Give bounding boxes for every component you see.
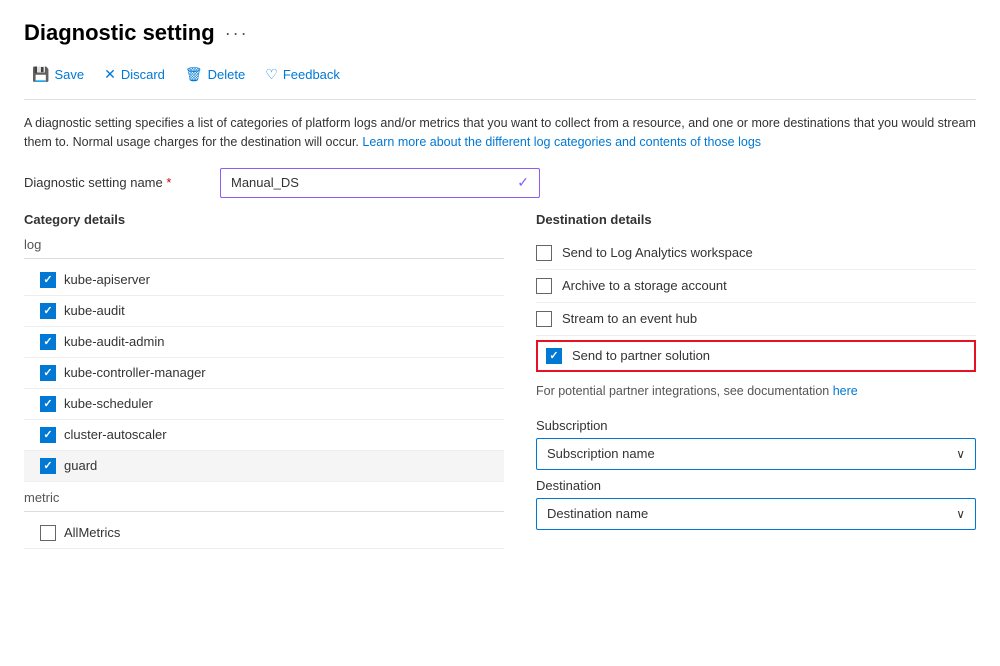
page-title: Diagnostic setting [24,20,215,46]
checkbox-guard[interactable] [40,458,56,474]
metric-item-allmetrics[interactable]: AllMetrics [24,518,504,549]
dest-archive-storage[interactable]: Archive to a storage account [536,270,976,303]
log-item-guard[interactable]: guard [24,451,504,482]
setting-name-label: Diagnostic setting name * [24,175,204,190]
category-details-title: Category details [24,212,504,227]
page-ellipsis: ··· [225,23,249,44]
category-details-panel: Category details log kube-apiserver kube… [24,212,504,549]
delete-button[interactable]: 🗑 Delete [177,62,253,87]
checkbox-cluster-autoscaler[interactable] [40,427,56,443]
checkbox-log-analytics[interactable] [536,245,552,261]
discard-icon: ✕ [104,66,116,83]
delete-icon: 🗑 [185,66,203,83]
partner-info-text: For potential partner integrations, see … [536,376,976,410]
checkbox-allmetrics[interactable] [40,525,56,541]
log-item-cluster-autoscaler[interactable]: cluster-autoscaler [24,420,504,451]
destination-label: Destination [536,478,976,493]
metric-separator [24,511,504,512]
setting-name-row: Diagnostic setting name * Manual_DS ✓ [24,168,976,198]
save-button[interactable]: 💾 Save [24,62,92,87]
chevron-down-icon: ∨ [956,447,965,461]
feedback-icon: ♡ [265,66,278,83]
main-content: Category details log kube-apiserver kube… [24,212,976,549]
dest-log-analytics[interactable]: Send to Log Analytics workspace [536,237,976,270]
destination-dropdown[interactable]: Destination name ∨ [536,498,976,530]
subscription-label: Subscription [536,418,976,433]
learn-more-link[interactable]: Learn more about the different log categ… [362,135,761,149]
check-icon: ✓ [517,174,529,191]
log-separator [24,258,504,259]
checkbox-archive-storage[interactable] [536,278,552,294]
log-item-kube-scheduler[interactable]: kube-scheduler [24,389,504,420]
checkbox-kube-scheduler[interactable] [40,396,56,412]
dest-event-hub[interactable]: Stream to an event hub [536,303,976,336]
description-text: A diagnostic setting specifies a list of… [24,114,976,152]
partner-docs-link[interactable]: here [833,384,858,398]
log-section: log kube-apiserver kube-audit kube-audit… [24,237,504,482]
log-item-kube-apiserver[interactable]: kube-apiserver [24,265,504,296]
discard-button[interactable]: ✕ Discard [96,62,173,87]
required-indicator: * [166,175,171,190]
checkbox-kube-audit[interactable] [40,303,56,319]
destination-details-title: Destination details [536,212,976,227]
feedback-button[interactable]: ♡ Feedback [257,62,348,87]
checkbox-kube-apiserver[interactable] [40,272,56,288]
page-header: Diagnostic setting ··· [24,20,976,46]
checkbox-kube-controller-manager[interactable] [40,365,56,381]
checkbox-kube-audit-admin[interactable] [40,334,56,350]
log-item-kube-controller-manager[interactable]: kube-controller-manager [24,358,504,389]
toolbar: 💾 Save ✕ Discard 🗑 Delete ♡ Feedback [24,62,976,100]
log-item-kube-audit[interactable]: kube-audit [24,296,504,327]
chevron-down-icon-dest: ∨ [956,507,965,521]
destination-details-panel: Destination details Send to Log Analytic… [536,212,976,549]
dest-partner-solution[interactable]: Send to partner solution [536,340,976,372]
checkbox-partner-solution[interactable] [546,348,562,364]
metric-subsection-title: metric [24,490,504,505]
save-icon: 💾 [32,66,49,83]
log-item-kube-audit-admin[interactable]: kube-audit-admin [24,327,504,358]
subscription-dropdown[interactable]: Subscription name ∨ [536,438,976,470]
metric-section: metric AllMetrics [24,490,504,549]
checkbox-event-hub[interactable] [536,311,552,327]
log-subsection-title: log [24,237,504,252]
setting-name-input[interactable]: Manual_DS ✓ [220,168,540,198]
